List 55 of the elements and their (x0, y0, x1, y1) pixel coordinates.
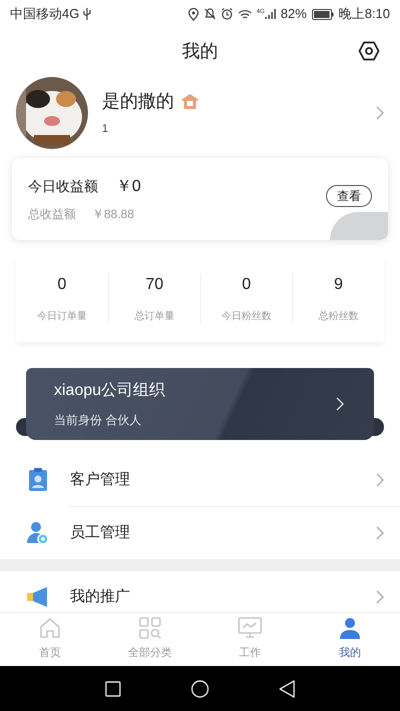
organization-name: xiaopu公司组织 (54, 381, 166, 401)
settings-icon (358, 41, 380, 61)
settings-button[interactable] (358, 41, 380, 61)
wifi-icon (238, 8, 252, 20)
person-gear-icon (26, 521, 50, 545)
page-title: 我的 (182, 40, 218, 62)
location-icon (188, 8, 199, 20)
usb-icon (83, 8, 92, 20)
house-icon (39, 617, 61, 640)
battery-percent: 82% (280, 5, 307, 24)
square-nav-icon[interactable] (105, 680, 121, 696)
alarm-icon (220, 8, 233, 20)
view-button[interactable]: 查看 (326, 185, 372, 207)
badge-person-icon (28, 468, 48, 492)
profile-row[interactable]: 是的撒的 1 (0, 74, 400, 152)
stat-label: 今日订单量 (37, 310, 87, 324)
home-nav-icon[interactable] (191, 680, 209, 698)
house-badge-icon (180, 92, 200, 111)
chevron-right-icon (336, 397, 344, 411)
today-earnings-label: 今日收益额 (28, 177, 98, 196)
user-name: 是的撒的 (102, 90, 174, 114)
stat-value: 0 (58, 274, 66, 294)
chevron-right-icon (376, 590, 384, 604)
menu-item[interactable]: 员工管理 (0, 507, 400, 559)
total-earnings-label: 总收益额 (28, 206, 76, 223)
battery-icon (312, 8, 334, 20)
stat-value: 9 (334, 274, 343, 294)
stat-value: 70 (146, 274, 164, 294)
stat-label: 总订单量 (134, 310, 174, 324)
monitor-chart-icon (238, 617, 262, 640)
grid-search-icon (139, 617, 161, 640)
menu-item[interactable]: 客户管理 (0, 454, 400, 506)
stat-label: 总粉丝数 (318, 310, 358, 324)
chevron-right-icon (376, 106, 384, 120)
stat-label: 今日粉丝数 (222, 310, 272, 324)
mute-icon (204, 8, 216, 20)
today-earnings-value: ￥0 (116, 177, 141, 197)
menu-label: 员工管理 (70, 522, 131, 543)
menu-item[interactable]: 我的推广 (0, 571, 400, 612)
organization-role: 当前身份 合伙人 (54, 412, 142, 429)
tab-item[interactable]: 我的 (300, 613, 400, 666)
stat-value: 0 (242, 274, 251, 294)
total-earnings-value: ￥88.88 (92, 206, 134, 223)
menu-label: 我的推广 (70, 586, 131, 607)
chevron-right-icon (376, 526, 384, 540)
menu-label: 客户管理 (70, 470, 131, 490)
signal-icon (264, 8, 276, 20)
corner-decoration (330, 212, 388, 240)
chevron-right-icon (376, 473, 384, 487)
megaphone-icon (26, 586, 50, 608)
carrier-name: 中国移动4G (10, 5, 80, 24)
person-icon (339, 617, 361, 640)
back-nav-icon[interactable] (279, 680, 295, 698)
clock-time: 晚上8:10 (338, 5, 390, 24)
phone-number: 1 (102, 122, 110, 138)
